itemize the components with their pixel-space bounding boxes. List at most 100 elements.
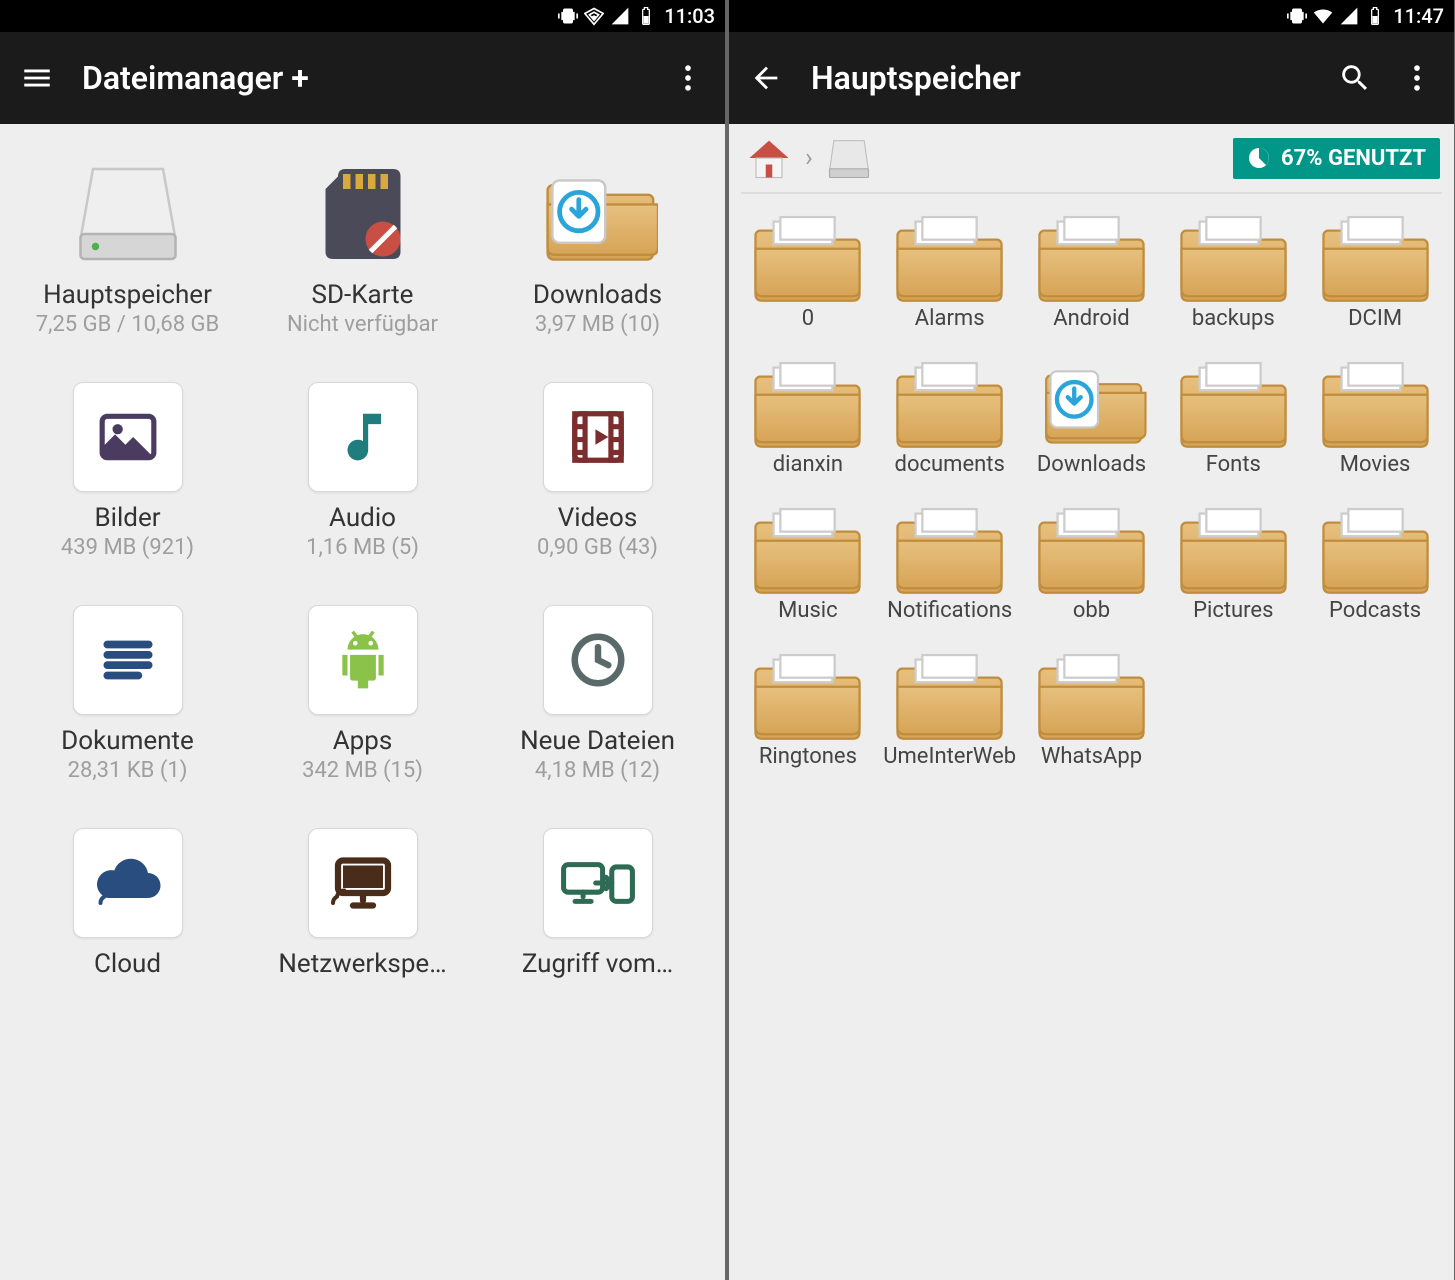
folder-name: documents (895, 453, 1005, 476)
folder-icon (1176, 354, 1291, 449)
home-icon (743, 132, 795, 184)
back-button[interactable] (749, 61, 783, 95)
folder-icon (1176, 500, 1291, 595)
vibrate-icon (1287, 6, 1307, 26)
folder-icon (750, 354, 865, 449)
category-title: Netzwerkspe… (278, 949, 446, 979)
folder-icon (1034, 354, 1149, 449)
drive-icon (823, 132, 875, 184)
battery-icon (1365, 6, 1385, 26)
folder-name: UmeInterWeb (883, 745, 1016, 768)
category-title: Cloud (94, 949, 161, 979)
folder-name: Ringtones (759, 745, 857, 768)
folder-icon (750, 646, 865, 741)
category-item[interactable]: Zugriff vom… (498, 823, 698, 979)
category-item[interactable]: Neue Dateien 4,18 MB (12) (498, 600, 698, 783)
storage-usage-badge[interactable]: 67% GENUTZT (1233, 138, 1440, 179)
menu-button[interactable] (20, 61, 54, 95)
breadcrumb-row: › 67% GENUTZT (729, 124, 1454, 192)
clock-icon (538, 600, 658, 720)
folder-name: WhatsApp (1041, 745, 1142, 768)
folder-item[interactable]: Notifications (882, 500, 1017, 622)
category-sub: 0,90 GB (43) (537, 535, 658, 560)
folder-name: Downloads (1037, 453, 1146, 476)
folder-item[interactable]: Pictures (1166, 500, 1301, 622)
category-sub: 4,18 MB (12) (535, 758, 660, 783)
video-icon (538, 377, 658, 497)
folder-name: Pictures (1193, 599, 1273, 622)
folder-item[interactable]: Downloads (1024, 354, 1159, 476)
folder-item[interactable]: DCIM (1308, 208, 1443, 330)
folder-icon (1318, 354, 1433, 449)
category-title: Videos (558, 503, 638, 533)
folder-item[interactable]: Podcasts (1308, 500, 1443, 622)
folder-item[interactable]: Fonts (1166, 354, 1301, 476)
chevron-right-icon: › (805, 143, 813, 173)
folder-item[interactable]: dianxin (740, 354, 875, 476)
search-icon (1338, 61, 1372, 95)
folder-item[interactable]: obb (1024, 500, 1159, 622)
app-title: Dateimanager + (82, 59, 643, 97)
search-button[interactable] (1338, 61, 1372, 95)
category-item[interactable]: Dokumente 28,31 KB (1) (28, 600, 228, 783)
folder-name: Music (778, 599, 838, 622)
music-icon (303, 377, 423, 497)
category-item[interactable]: Audio 1,16 MB (5) (263, 377, 463, 560)
status-icons (1287, 6, 1385, 26)
folder-item[interactable]: WhatsApp (1024, 646, 1159, 768)
battery-icon (636, 6, 656, 26)
category-item[interactable]: Bilder 439 MB (921) (28, 377, 228, 560)
folder-item[interactable]: UmeInterWeb (882, 646, 1017, 768)
folder-item[interactable]: backups (1166, 208, 1301, 330)
folder-icon (1034, 646, 1149, 741)
folder-name: Podcasts (1329, 599, 1421, 622)
category-sub: 342 MB (15) (302, 758, 423, 783)
document-icon (68, 600, 188, 720)
category-title: Zugriff vom… (522, 949, 673, 979)
status-time: 11:03 (664, 4, 715, 28)
category-item[interactable]: SD-Karte Nicht verfügbar (263, 154, 463, 337)
category-grid: Hauptspeicher 7,25 GB / 10,68 GB SD-Kart… (0, 124, 725, 1280)
folder-item[interactable]: Ringtones (740, 646, 875, 768)
category-item[interactable]: Hauptspeicher 7,25 GB / 10,68 GB (28, 154, 228, 337)
folder-name: Notifications (887, 599, 1012, 622)
overflow-button[interactable] (1400, 61, 1434, 95)
folder-item[interactable]: Movies (1308, 354, 1443, 476)
phone-right: 11:47 Hauptspeicher › (729, 0, 1454, 1280)
breadcrumb-drive[interactable] (823, 132, 875, 184)
app-bar: Hauptspeicher (729, 32, 1454, 124)
wifi-icon (584, 6, 604, 26)
folder-item[interactable]: Music (740, 500, 875, 622)
folder-name: DCIM (1348, 307, 1402, 330)
category-item[interactable]: Cloud (28, 823, 228, 979)
phone-left: 11:03 Dateimanager + Hauptspeicher 7,25 … (0, 0, 725, 1280)
folder-icon (750, 208, 865, 303)
folder-item[interactable]: Android (1024, 208, 1159, 330)
folder-name: dianxin (773, 453, 843, 476)
folder-name: backups (1192, 307, 1275, 330)
folder-icon (892, 646, 1007, 741)
downloads-folder-icon (538, 154, 658, 274)
app-bar: Dateimanager + (0, 32, 725, 124)
folder-item[interactable]: Alarms (882, 208, 1017, 330)
overflow-button[interactable] (671, 61, 705, 95)
wifi-icon (1313, 6, 1333, 26)
folder-icon (1034, 208, 1149, 303)
category-item[interactable]: Apps 342 MB (15) (263, 600, 463, 783)
category-sub: 28,31 KB (1) (68, 758, 188, 783)
category-sub: Nicht verfügbar (287, 312, 438, 337)
pie-icon (1247, 146, 1271, 170)
folder-item[interactable]: 0 (740, 208, 875, 330)
folder-icon (1034, 500, 1149, 595)
category-item[interactable]: Videos 0,90 GB (43) (498, 377, 698, 560)
folder-name: Android (1053, 307, 1129, 330)
category-item[interactable]: Netzwerkspe… (263, 823, 463, 979)
category-item[interactable]: Downloads 3,97 MB (10) (498, 154, 698, 337)
drive-icon (68, 154, 188, 274)
transfer-icon (538, 823, 658, 943)
more-vert-icon (671, 61, 705, 95)
hamburger-icon (20, 61, 54, 95)
folder-item[interactable]: documents (882, 354, 1017, 476)
folder-name: Fonts (1206, 453, 1261, 476)
breadcrumb-home[interactable] (743, 132, 795, 184)
